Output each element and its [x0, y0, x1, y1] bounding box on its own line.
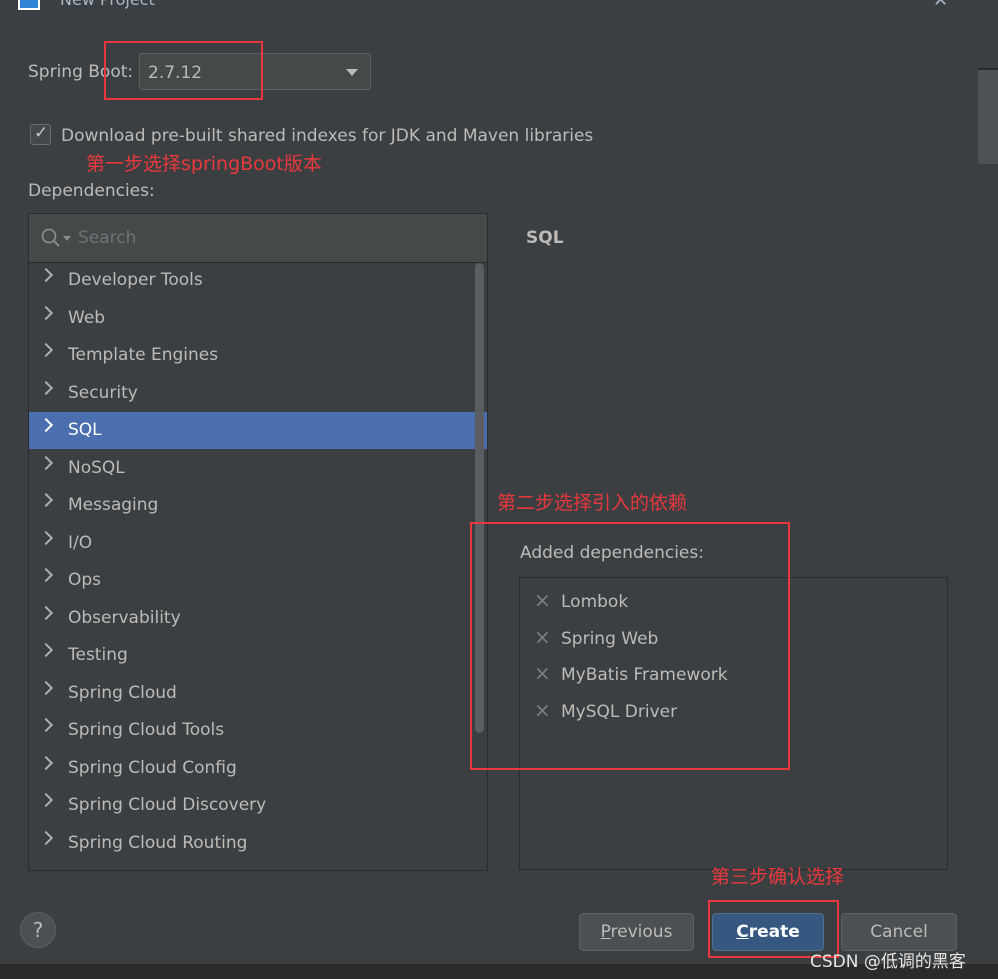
download-indexes-label[interactable]: Download pre-built shared indexes for JD…: [61, 126, 593, 146]
chevron-right-icon[interactable]: [38, 605, 54, 620]
chevron-right-icon[interactable]: [38, 267, 54, 283]
category-item[interactable]: Ops: [29, 562, 487, 599]
search-input[interactable]: [78, 226, 458, 250]
category-item[interactable]: SQL: [29, 412, 487, 449]
annotation-step2: 第二步选择引入的依赖: [497, 492, 688, 514]
category-item[interactable]: Template Engines: [29, 337, 487, 374]
category-label: Spring Cloud Discovery: [68, 795, 267, 815]
category-item[interactable]: Spring Cloud Discovery: [29, 787, 487, 824]
previous-button[interactable]: Previous: [579, 913, 694, 951]
category-label: Spring Cloud Config: [68, 757, 237, 778]
category-label: Messaging: [68, 495, 159, 515]
previous-label-rest: revious: [610, 922, 673, 942]
category-label: Observability: [68, 607, 181, 628]
category-item[interactable]: Spring Cloud Routing: [29, 825, 487, 862]
annotation-box-dependencies: [470, 522, 790, 770]
dependencies-panel: Developer Tools Web Template Engines Securi…: [28, 213, 488, 871]
category-label: SQL: [68, 420, 102, 440]
chevron-right-icon[interactable]: [38, 417, 54, 433]
window-title: New Project: [60, 0, 155, 9]
annotation-step1: 第一步选择springBoot版本: [86, 153, 322, 175]
category-label: Ops: [68, 570, 102, 590]
category-label: Spring Cloud: [68, 682, 177, 703]
chevron-right-icon[interactable]: [38, 530, 54, 545]
category-item[interactable]: Messaging: [29, 487, 487, 524]
chevron-right-icon[interactable]: [38, 567, 54, 583]
close-icon[interactable]: ✕: [933, 0, 948, 11]
chevron-right-icon[interactable]: [38, 305, 54, 320]
previous-mnemonic: P: [600, 922, 611, 942]
category-item[interactable]: Spring Cloud Tools: [29, 712, 487, 749]
chevron-right-icon[interactable]: [38, 642, 54, 658]
category-item[interactable]: Observability: [29, 600, 487, 637]
selected-category-title: SQL: [526, 228, 564, 248]
dependencies-label: Dependencies:: [28, 181, 155, 201]
chevron-right-icon[interactable]: [38, 680, 54, 695]
annotation-box-version: [104, 41, 263, 100]
annotation-step3: 第三步确认选择: [711, 866, 845, 888]
chevron-right-icon[interactable]: [38, 342, 54, 358]
background-window-divider: [978, 68, 998, 70]
category-item[interactable]: Security: [29, 375, 487, 412]
category-label: NoSQL: [68, 457, 125, 478]
category-label: Web: [68, 307, 106, 328]
chevron-right-icon[interactable]: [38, 830, 54, 845]
csdn-watermark: CSDN @低调的黑客: [810, 952, 966, 972]
category-item[interactable]: Developer Tools: [29, 262, 487, 299]
category-label: I/O: [68, 532, 93, 553]
search-options-caret-icon[interactable]: [63, 236, 71, 241]
search-icon[interactable]: [40, 227, 62, 249]
category-label: Security: [68, 382, 138, 403]
chevron-right-icon[interactable]: [38, 492, 54, 508]
category-list: Developer Tools Web Template Engines Securi…: [29, 262, 487, 870]
create-mnemonic: C: [736, 922, 749, 942]
category-item[interactable]: I/O: [29, 525, 487, 562]
chevron-right-icon[interactable]: [38, 792, 54, 808]
title-bar: New Project ✕: [0, 0, 998, 14]
dropdown-arrow-icon: [346, 69, 358, 76]
app-logo-icon: [18, 0, 40, 10]
category-item[interactable]: NoSQL: [29, 450, 487, 487]
cancel-button[interactable]: Cancel: [841, 913, 957, 951]
help-button[interactable]: ?: [20, 912, 56, 948]
category-label: Developer Tools: [68, 270, 203, 290]
search-bar: [29, 214, 487, 263]
chevron-right-icon[interactable]: [38, 755, 54, 770]
background-window-edge: [978, 68, 998, 164]
category-item[interactable]: Spring Cloud Config: [29, 750, 487, 787]
chevron-right-icon[interactable]: [38, 380, 54, 395]
category-item[interactable]: Testing: [29, 637, 487, 674]
category-label: Template Engines: [68, 345, 219, 365]
checkmark-icon: ✓: [34, 123, 49, 143]
category-label: Spring Cloud Routing: [68, 832, 248, 853]
category-item[interactable]: Spring Cloud: [29, 675, 487, 712]
category-item[interactable]: Web: [29, 300, 487, 337]
category-label: Spring Cloud Tools: [68, 720, 225, 740]
create-button[interactable]: Create: [712, 913, 824, 951]
category-label: Testing: [68, 645, 128, 665]
chevron-right-icon[interactable]: [38, 455, 54, 470]
chevron-right-icon[interactable]: [38, 717, 54, 733]
create-label-rest: reate: [748, 922, 800, 942]
download-indexes-checkbox[interactable]: ✓: [30, 123, 51, 145]
